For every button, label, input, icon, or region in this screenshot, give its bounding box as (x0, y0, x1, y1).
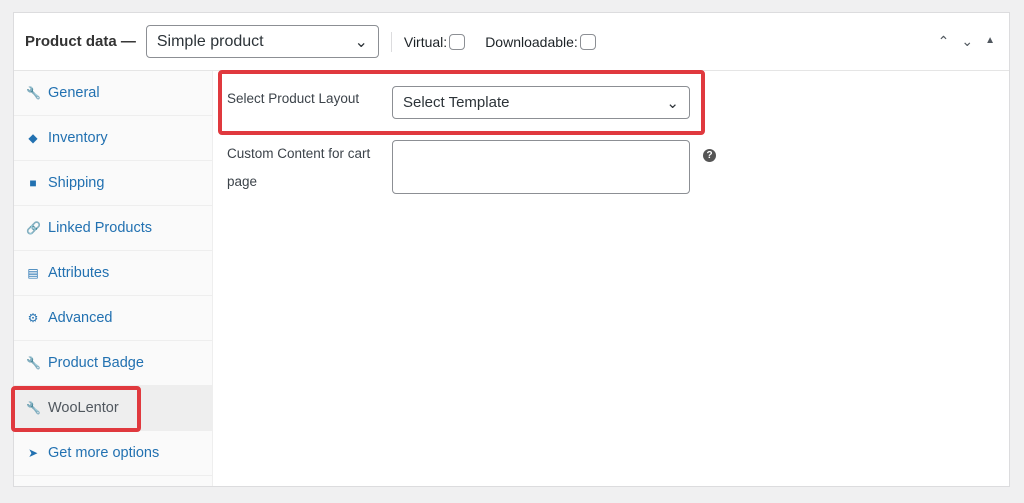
product-type-select[interactable]: Simple product ⌄ (145, 25, 379, 58)
tab-label: Shipping (48, 175, 105, 191)
tab-label: Product Badge (48, 355, 144, 371)
cart-content-label: Custom Content for cart page (227, 146, 371, 189)
tab-shipping[interactable]: ■ Shipping (14, 161, 212, 206)
chevron-down-icon: ⌄ (666, 94, 679, 112)
list-icon: ▤ (27, 266, 39, 280)
wrench-icon: 🔧 (26, 86, 41, 100)
gear-icon: ⚙ (27, 311, 39, 325)
panel-title: Product data — (25, 33, 136, 50)
downloadable-label: Downloadable: (485, 33, 578, 50)
downloadable-checkbox[interactable] (579, 33, 596, 50)
virtual-label: Virtual: (403, 33, 448, 50)
tab-linked-products[interactable]: 🔗 Linked Products (14, 206, 212, 251)
help-icon[interactable]: ? (703, 149, 716, 162)
template-value: Select Template (403, 94, 510, 111)
tab-label: General (48, 85, 100, 101)
tab-advanced[interactable]: ⚙ Advanced (14, 296, 212, 341)
template-select[interactable]: Select Template ⌄ (392, 86, 690, 119)
tab-general[interactable]: 🔧 General (14, 71, 212, 116)
layout-label: Select Product Layout (227, 91, 360, 106)
divider (390, 31, 392, 52)
tab-inventory[interactable]: ◆ Inventory (14, 116, 212, 161)
tab-product-badge[interactable]: 🔧 Product Badge (14, 341, 212, 386)
collapse-toggle-icon[interactable]: ▲ (985, 33, 995, 50)
wrench-icon: 🔧 (26, 356, 41, 370)
tab-label: Inventory (48, 130, 108, 146)
downloadable-option: Downloadable: (485, 33, 596, 50)
plugin-icon: ➤ (27, 446, 39, 460)
chevron-down-icon: ⌄ (354, 33, 368, 51)
tag-icon: ◆ (28, 131, 38, 145)
link-icon: 🔗 (26, 221, 41, 235)
cart-content-textarea[interactable] (392, 140, 690, 194)
virtual-option: Virtual: (403, 33, 466, 50)
tab-attributes[interactable]: ▤ Attributes (14, 251, 212, 296)
panel-header: Product data — Simple product ⌄ Virtual: … (14, 13, 1009, 71)
move-down-icon[interactable]: ⌄ (961, 33, 973, 50)
product-type-value: Simple product (156, 32, 264, 50)
tab-label: Linked Products (48, 220, 152, 236)
tab-label: Attributes (48, 265, 110, 281)
move-up-icon[interactable]: ⌃ (938, 33, 950, 50)
highlight-box-woolentor (11, 386, 141, 432)
virtual-checkbox[interactable] (449, 33, 466, 50)
tab-get-more-options[interactable]: ➤ Get more options (14, 431, 212, 476)
truck-icon: ■ (29, 176, 37, 190)
tab-label: Advanced (48, 310, 113, 326)
tab-label: Get more options (48, 445, 160, 461)
